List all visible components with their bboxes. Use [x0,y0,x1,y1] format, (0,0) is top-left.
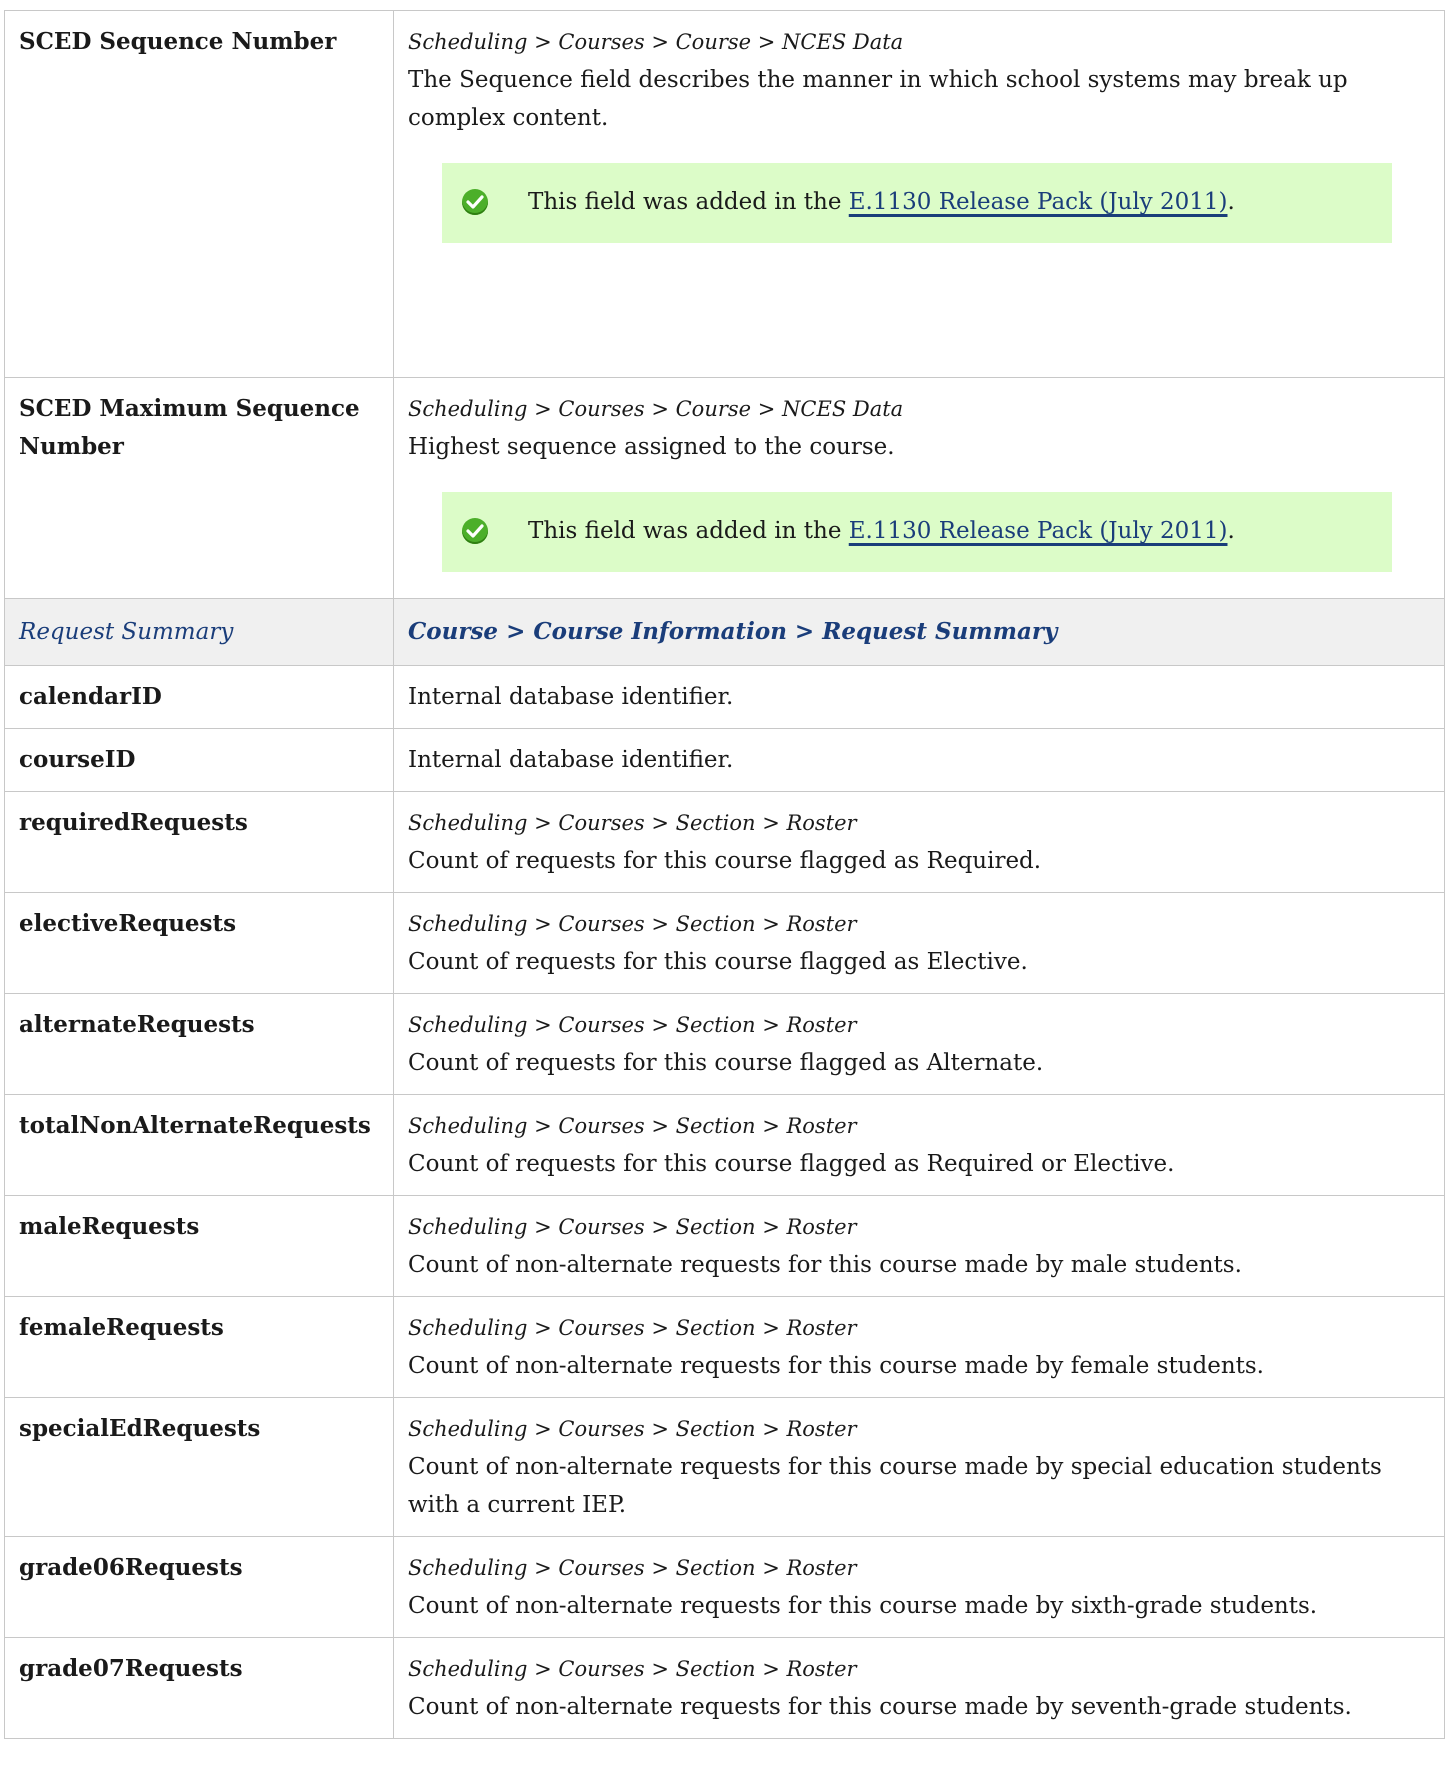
field-name: maleRequests [19,1213,200,1240]
table-row: maleRequests Scheduling > Courses > Secti… [4,1195,1445,1297]
field-name-cell: SCED Maximum Sequence Number [4,377,394,599]
table-row: calendarID Internal database identifier. [4,665,1445,729]
table-row: totalNonAlternateRequests Scheduling > Co… [4,1094,1445,1196]
field-name: specialEdRequests [19,1415,261,1442]
check-icon [462,518,488,544]
table-row: courseID Internal database identifier. [4,728,1445,792]
field-detail-cell: Scheduling > Courses > Section > Roster C… [393,791,1445,893]
field-detail-cell: Scheduling > Courses > Section > Roster C… [393,1397,1445,1537]
field-detail-cell: Scheduling > Courses > Course > NCES Dat… [393,10,1445,378]
field-description: The Sequence field describes the manner … [408,67,1348,131]
field-detail-cell: Internal database identifier. [393,665,1445,729]
table-row: grade07Requests Scheduling > Courses > Se… [4,1637,1445,1739]
note-text: This field was added in the E.1130 Relea… [528,512,1235,550]
note-prefix: This field was added in the [528,189,849,215]
field-name-cell: SCED Sequence Number [4,10,394,378]
field-name: grade06Requests [19,1554,243,1581]
section-name-text: Request Summary [19,619,234,645]
field-name: totalNonAlternateRequests [19,1112,371,1139]
ui-path: Scheduling > Courses > Section > Roster [408,1556,857,1580]
field-name-cell: courseID [4,728,394,792]
field-detail-cell: Scheduling > Courses > Section > Roster C… [393,1296,1445,1398]
section-name: Request Summary [4,598,394,666]
release-pack-link[interactable]: E.1130 Release Pack (July 2011) [849,189,1228,215]
section-header-row: Request Summary Course > Course Informat… [4,598,1445,666]
field-name: grade07Requests [19,1655,243,1682]
check-icon [462,189,488,215]
ui-path: Scheduling > Courses > Section > Roster [408,1215,857,1239]
field-name-cell: totalNonAlternateRequests [4,1094,394,1196]
release-note: This field was added in the E.1130 Relea… [442,163,1392,243]
field-detail-cell: Scheduling > Courses > Section > Roster C… [393,1094,1445,1196]
field-description: Count of non-alternate requests for this… [408,1454,1382,1518]
field-name-cell: grade07Requests [4,1637,394,1739]
release-pack-link[interactable]: E.1130 Release Pack (July 2011) [849,518,1228,544]
field-detail-cell: Scheduling > Courses > Section > Roster C… [393,1195,1445,1297]
field-name: SCED Maximum Sequence Number [19,395,360,460]
field-reference-table: SCED Sequence Number Scheduling > Course… [4,10,1445,1739]
field-name: electiveRequests [19,910,237,937]
field-description: Count of non-alternate requests for this… [408,1252,1242,1278]
section-path: Course > Course Information > Request Su… [393,598,1445,666]
ui-path: Scheduling > Courses > Section > Roster [408,1114,857,1138]
field-detail-cell: Scheduling > Courses > Course > NCES Dat… [393,377,1445,599]
field-name: alternateRequests [19,1011,255,1038]
table-row: grade06Requests Scheduling > Courses > Se… [4,1536,1445,1638]
ui-path: Scheduling > Courses > Course > NCES Dat… [408,397,904,421]
field-detail-cell: Scheduling > Courses > Section > Roster C… [393,993,1445,1095]
field-description: Count of requests for this course flagge… [408,1050,1044,1076]
ui-path: Scheduling > Courses > Section > Roster [408,1417,857,1441]
field-name: SCED Sequence Number [19,28,337,55]
ui-path: Scheduling > Courses > Section > Roster [408,1657,857,1681]
note-prefix: This field was added in the [528,518,849,544]
note-suffix: . [1227,518,1235,544]
ui-path: Scheduling > Courses > Section > Roster [408,811,857,835]
ui-path: Scheduling > Courses > Section > Roster [408,912,857,936]
note-suffix: . [1227,189,1235,215]
field-detail-cell: Scheduling > Courses > Section > Roster C… [393,1637,1445,1739]
table-row: electiveRequests Scheduling > Courses > S… [4,892,1445,994]
field-name: calendarID [19,683,162,710]
ui-path: Scheduling > Courses > Section > Roster [408,1013,857,1037]
table-row: femaleRequests Scheduling > Courses > Sec… [4,1296,1445,1398]
field-description: Count of non-alternate requests for this… [408,1593,1318,1619]
field-detail-cell: Scheduling > Courses > Section > Roster C… [393,1536,1445,1638]
ui-path: Scheduling > Courses > Section > Roster [408,1316,857,1340]
field-name: courseID [19,746,136,773]
field-detail-cell: Internal database identifier. [393,728,1445,792]
field-name-cell: requiredRequests [4,791,394,893]
field-name-cell: femaleRequests [4,1296,394,1398]
table-row: alternateRequests Scheduling > Courses > … [4,993,1445,1095]
ui-path: Scheduling > Courses > Course > NCES Dat… [408,30,904,54]
field-description: Internal database identifier. [408,747,734,773]
field-name: femaleRequests [19,1314,224,1341]
field-description: Count of requests for this course flagge… [408,848,1042,874]
note-text: This field was added in the E.1130 Relea… [528,183,1235,221]
field-name: requiredRequests [19,809,248,836]
field-description: Count of requests for this course flagge… [408,949,1028,975]
field-description: Count of requests for this course flagge… [408,1151,1175,1177]
table-row: SCED Sequence Number Scheduling > Course… [4,10,1445,378]
field-detail-cell: Scheduling > Courses > Section > Roster C… [393,892,1445,994]
table-row: specialEdRequests Scheduling > Courses > … [4,1397,1445,1537]
field-name-cell: grade06Requests [4,1536,394,1638]
field-description: Count of non-alternate requests for this… [408,1694,1352,1720]
field-name-cell: specialEdRequests [4,1397,394,1537]
table-row: SCED Maximum Sequence Number Scheduling … [4,377,1445,599]
field-name-cell: electiveRequests [4,892,394,994]
field-description: Highest sequence assigned to the course. [408,434,895,460]
field-name-cell: calendarID [4,665,394,729]
field-name-cell: alternateRequests [4,993,394,1095]
field-name-cell: maleRequests [4,1195,394,1297]
field-description: Count of non-alternate requests for this… [408,1353,1264,1379]
field-description: Internal database identifier. [408,684,734,710]
release-note: This field was added in the E.1130 Relea… [442,492,1392,572]
table-row: requiredRequests Scheduling > Courses > S… [4,791,1445,893]
